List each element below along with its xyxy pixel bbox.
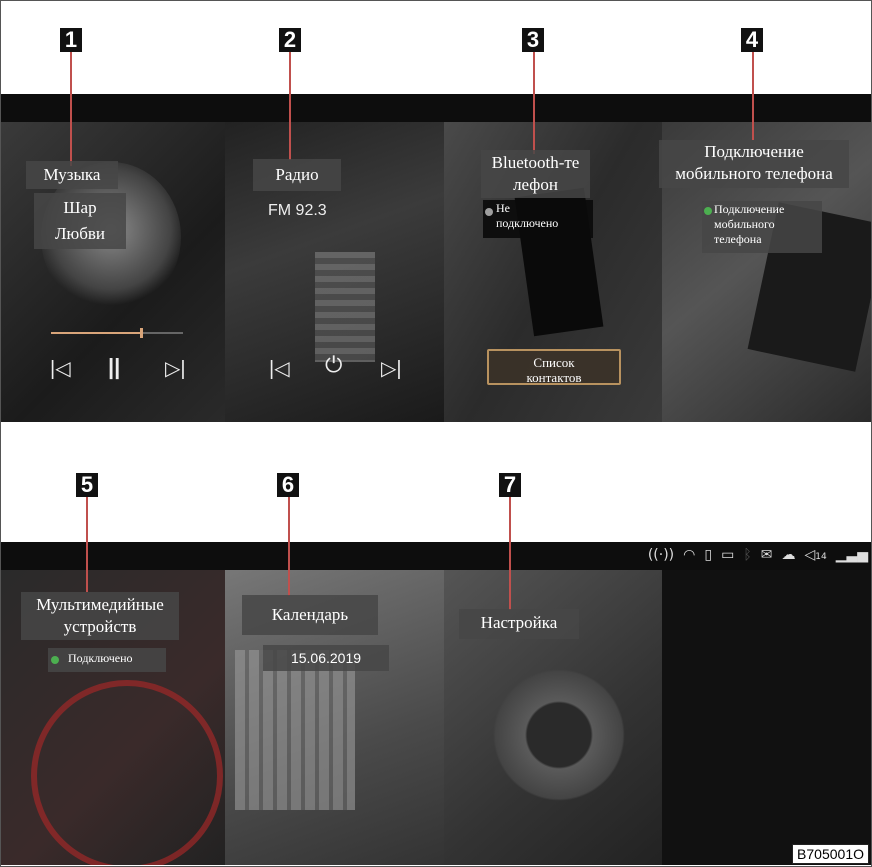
callout-line-6	[288, 496, 290, 596]
settings-title: Настройка	[459, 609, 579, 639]
radio-frequency: FM 92.3	[268, 202, 327, 219]
contacts-list-button[interactable]: Список контактов	[487, 349, 621, 385]
callout-4: 4	[741, 28, 763, 52]
callout-6: 6	[277, 473, 299, 497]
mobile-status-dot	[704, 207, 712, 215]
callout-2: 2	[279, 28, 301, 52]
mobile-title: Подключение мобильного телефона	[659, 140, 849, 188]
pause-icon[interactable]: ||	[108, 354, 120, 380]
callout-3: 3	[522, 28, 544, 52]
callout-7: 7	[499, 473, 521, 497]
bluetooth-title: Bluetooth-те лефон	[481, 150, 590, 198]
media-status: Подключено	[48, 648, 166, 672]
callout-1: 1	[60, 28, 82, 52]
signal-icon: ▁▃▅	[835, 547, 868, 563]
music-track-name: Шар Любви	[34, 193, 126, 249]
speaker-image	[31, 680, 223, 865]
mobile-status-text: Подключение мобильного телефона	[714, 202, 785, 246]
callout-line-4	[752, 50, 754, 140]
next-track-icon[interactable]: ▷|	[165, 356, 186, 381]
calendar-image	[235, 650, 355, 810]
wireless-icon: ((·))	[647, 547, 675, 563]
music-progress-fill	[51, 332, 141, 334]
power-icon[interactable]: ⏻	[325, 352, 342, 378]
bluetooth-status: Не подключено	[483, 200, 593, 238]
media-status-dot	[51, 656, 59, 664]
bluetooth-icon: ᛒ	[743, 547, 752, 563]
callout-line-7	[509, 496, 511, 610]
music-title: Музыка	[26, 161, 118, 189]
battery-icon: ▭	[721, 547, 735, 563]
gear-image	[484, 660, 634, 810]
radio-title: Радио	[253, 159, 341, 191]
volume-icon: ◁14	[804, 547, 827, 563]
figure-code: B705001O	[792, 844, 869, 864]
music-progress-track[interactable]	[51, 328, 183, 338]
wifi-icon: ◠	[683, 547, 696, 563]
radio-mixer-image	[315, 252, 375, 362]
cloud-icon: ☁	[781, 547, 796, 563]
music-progress-handle[interactable]	[139, 328, 143, 338]
calendar-date: 15.06.2019	[263, 645, 389, 671]
callout-line-5	[86, 496, 88, 592]
mail-icon: ✉	[760, 547, 773, 563]
media-title: Мультимедийные устройств	[21, 592, 179, 640]
next-station-icon[interactable]: ▷|	[381, 356, 402, 381]
bluetooth-status-text: Не подключено	[496, 201, 559, 230]
bottom-screen	[1, 542, 871, 865]
mobile-status: Подключение мобильного телефона	[702, 201, 822, 253]
contacts-list-label: Список контактов	[526, 355, 582, 385]
status-bar: ((·)) ◠ ▯ ▭ ᛒ ✉ ☁ ◁14 ▁▃▅	[648, 547, 868, 563]
callout-line-3	[533, 50, 535, 154]
bluetooth-status-dot	[485, 208, 493, 216]
previous-track-icon[interactable]: |◁	[50, 356, 71, 381]
callout-line-1	[70, 50, 72, 166]
media-status-text: Подключено	[68, 651, 133, 665]
calendar-title: Календарь	[242, 595, 378, 635]
callout-5: 5	[76, 473, 98, 497]
callout-line-2	[289, 50, 291, 160]
previous-station-icon[interactable]: |◁	[269, 356, 290, 381]
empty-slot	[662, 570, 871, 865]
volume-level: 14	[815, 552, 827, 562]
usb-icon: ▯	[704, 547, 713, 563]
